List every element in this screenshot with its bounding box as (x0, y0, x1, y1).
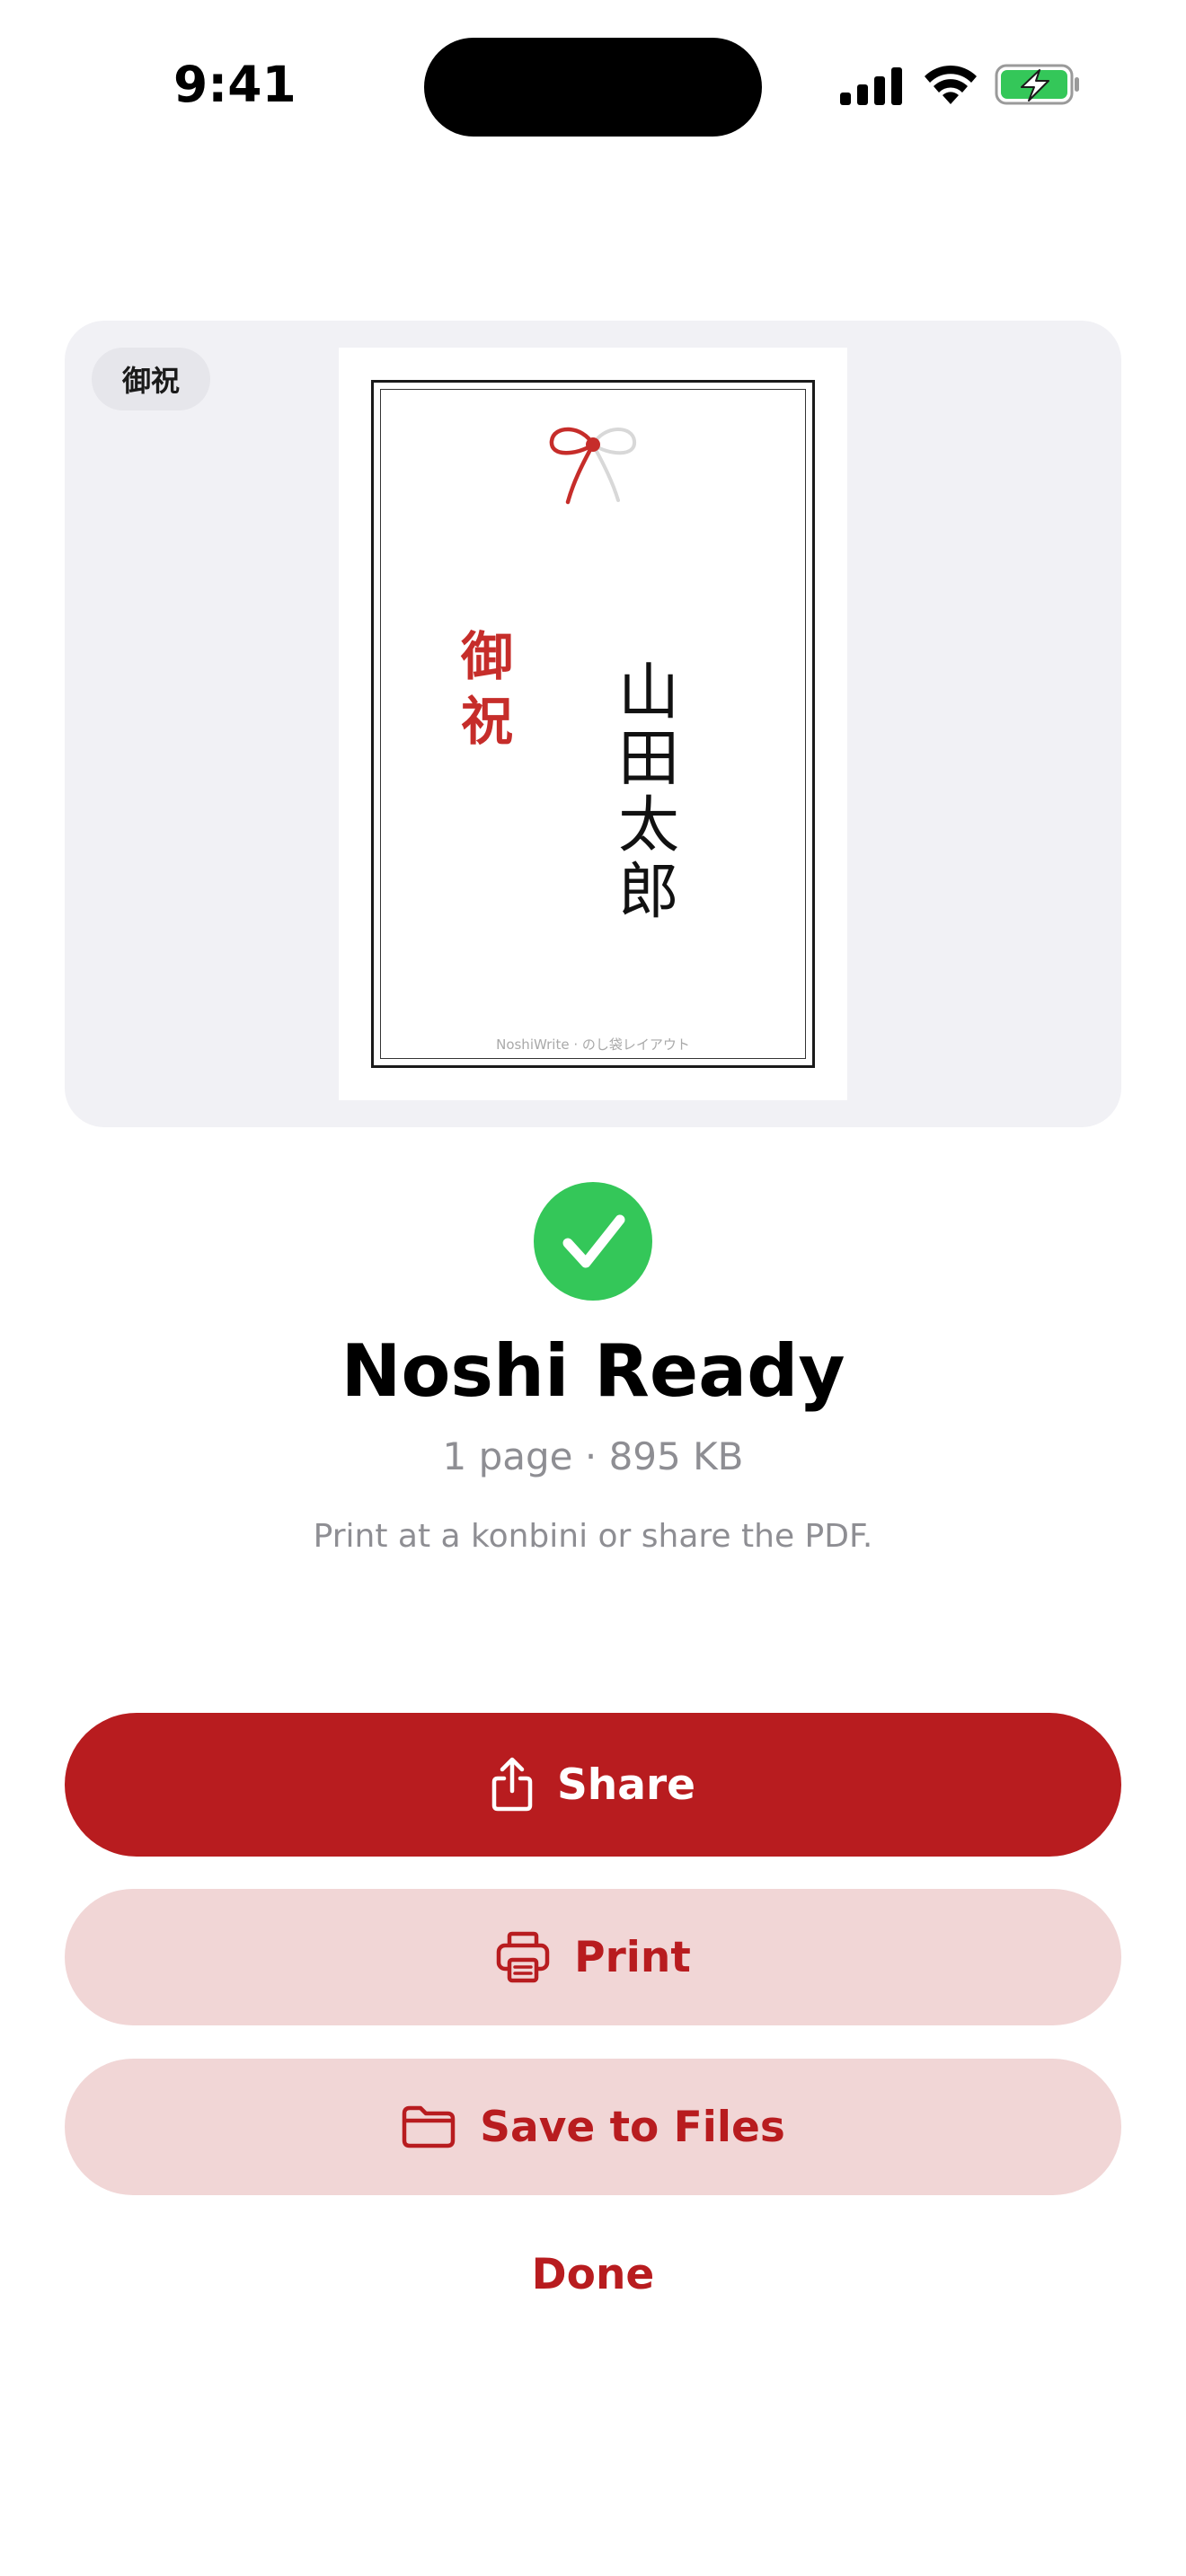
noshi-footer-watermark: NoshiWrite · のし袋レイアウト (496, 1037, 690, 1053)
result-title: Noshi Ready (341, 1329, 845, 1413)
cellular-signal-icon (840, 67, 902, 105)
noshi-title-vertical: 御 祝 (451, 624, 523, 754)
share-icon (491, 1757, 534, 1813)
status-time: 9:41 (173, 56, 296, 113)
save-to-files-button-label: Save to Files (480, 2102, 785, 2152)
noshi-preview-card: 御祝 御 祝 山 田 太 郎 NoshiWrite · のし袋レイアウト (65, 321, 1121, 1127)
battery-charging-icon (995, 64, 1079, 105)
print-button[interactable]: Print (65, 1889, 1121, 2025)
folder-icon (401, 2104, 456, 2149)
done-button[interactable]: Done (413, 2238, 773, 2310)
noshi-name-char: 太 (617, 790, 679, 861)
print-button-label: Print (574, 1932, 691, 1982)
wifi-icon (925, 65, 977, 104)
result-meta: 1 page · 895 KB (442, 1434, 744, 1478)
noshi-name-char: 田 (617, 724, 679, 795)
category-chip: 御祝 (92, 348, 210, 410)
save-to-files-button[interactable]: Save to Files (65, 2059, 1121, 2195)
result-hint: Print at a konbini or share the PDF. (313, 1518, 873, 1555)
share-button[interactable]: Share (65, 1713, 1121, 1857)
printer-icon (495, 1931, 551, 1983)
status-bar: 9:41 (0, 0, 1186, 171)
mizuhiki-knot-icon (549, 427, 636, 505)
noshi-title-char: 御 (460, 626, 513, 687)
status-icons (840, 63, 1083, 110)
checkmark-icon (534, 1182, 652, 1301)
noshi-name-vertical: 山 田 太 郎 (608, 660, 689, 926)
share-button-label: Share (556, 1760, 696, 1810)
noshi-name-char: 山 (617, 657, 679, 728)
noshi-name-char: 郎 (617, 857, 679, 928)
dynamic-island (424, 38, 762, 137)
noshi-paper-preview: 御 祝 山 田 太 郎 NoshiWrite · のし袋レイアウト (339, 348, 847, 1100)
noshi-title-char: 祝 (460, 691, 513, 752)
